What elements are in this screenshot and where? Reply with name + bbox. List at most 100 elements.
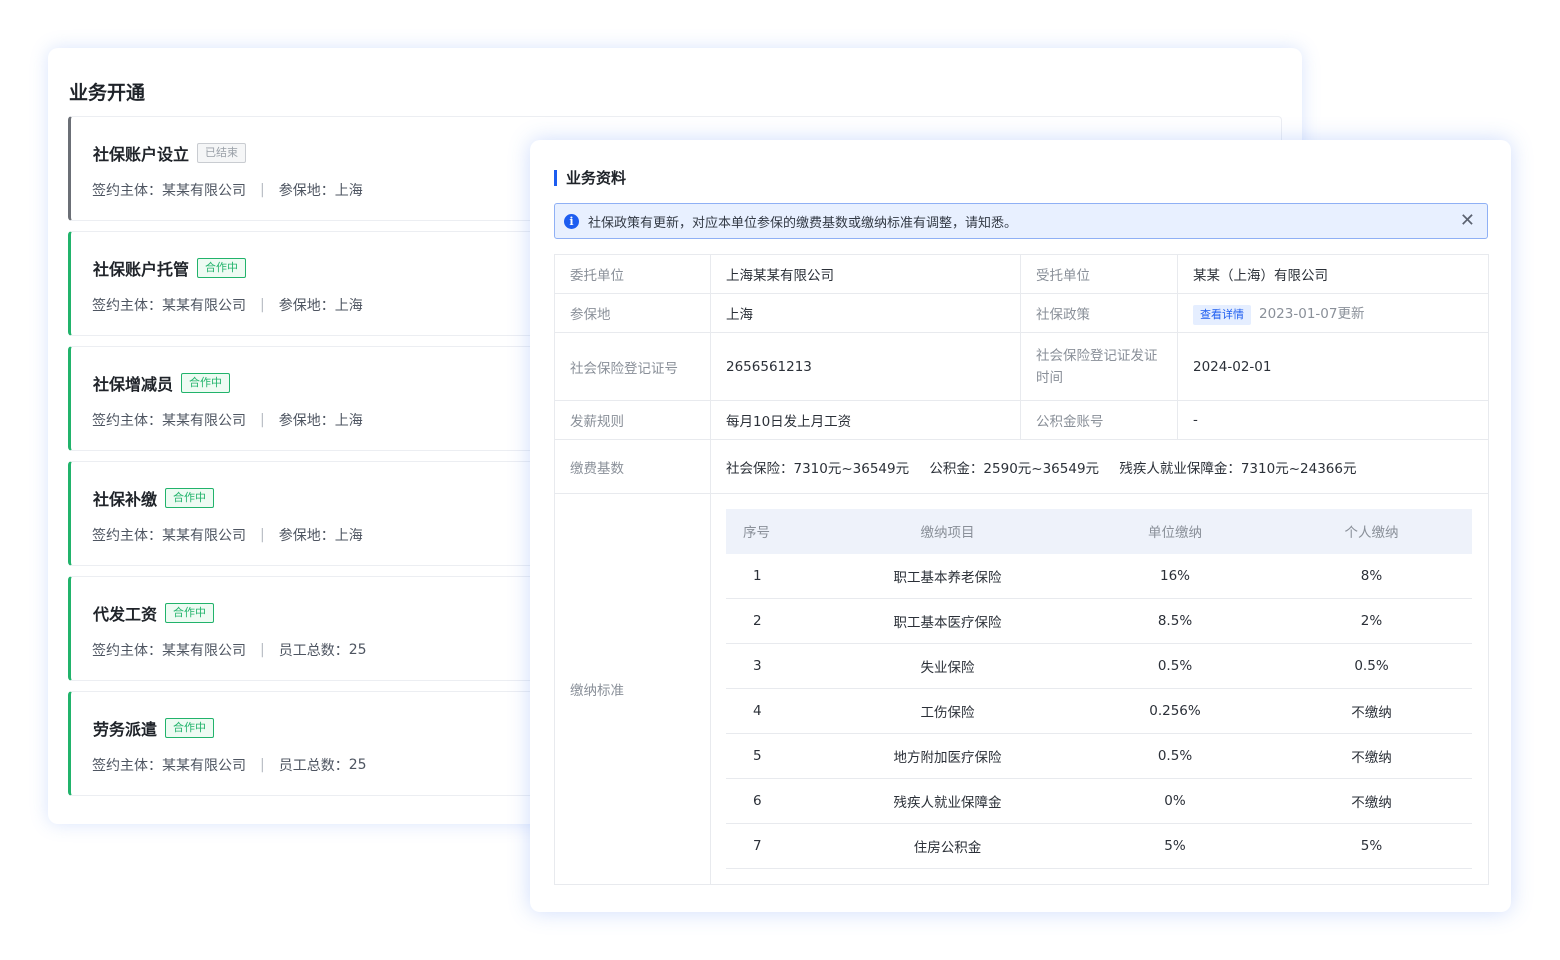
status-badge: 合作中	[165, 488, 215, 508]
cell-index: 4	[726, 688, 816, 735]
standards-header-row: 序号 缴纳项目 单位缴纳 个人缴纳	[726, 508, 1472, 554]
table-row: 5 地方附加医疗保险 0.5% 不缴纳	[726, 733, 1472, 780]
cell-company-rate: 0.256%	[1079, 688, 1271, 735]
service-header: 社保账户托管 合作中	[93, 256, 247, 280]
status-badge: 合作中	[165, 718, 215, 738]
base-label: 缴费基数	[554, 439, 711, 494]
col-header-index: 序号	[726, 508, 816, 554]
location-label: 参保地	[554, 293, 711, 333]
cell-item: 住房公积金	[816, 823, 1079, 870]
meta-value: 某某有限公司	[162, 643, 246, 659]
table-row: 1 职工基本养老保险 16% 8%	[726, 553, 1472, 600]
trustee-value: 某某（上海）有限公司	[1177, 254, 1489, 294]
service-header: 社保账户设立 已结束	[93, 141, 247, 165]
view-details-link[interactable]: 查看详情	[1193, 304, 1251, 325]
meta-divider: |	[260, 182, 265, 198]
table-row: 3 失业保险 0.5% 0.5%	[726, 643, 1472, 690]
meta-label: 签约主体	[92, 413, 148, 429]
meta-label: 参保地	[278, 413, 321, 429]
meta-label: 员工总数	[278, 758, 335, 774]
standard-value: 序号 缴纳项目 单位缴纳 个人缴纳 1 职工基本养老保险 16% 8% 2 职工基本医疗保…	[710, 493, 1489, 885]
cell-index: 5	[726, 733, 816, 780]
meta-value: 上海	[334, 413, 363, 429]
info-icon: i	[564, 213, 579, 229]
issue-date-label: 社会保险登记证发证时间	[1020, 332, 1178, 401]
meta-divider: |	[260, 642, 265, 658]
reg-no-value: 2656561213	[710, 332, 1021, 401]
service-meta: 签约主体：某某有限公司 | 参保地：上海	[92, 297, 363, 314]
fund-account-value: -	[1177, 400, 1489, 440]
title-accent-bar	[554, 169, 557, 186]
info-row: 参保地 上海 社保政策 查看详情 2023-01-07更新	[554, 293, 1489, 333]
business-info-panel: 业务资料 i 社保政策有更新，对应本单位参保的缴费基数或缴纳标准有调整，请知悉。…	[530, 140, 1511, 912]
service-header: 社保增减员 合作中	[93, 371, 231, 395]
meta-value: 上海	[334, 298, 363, 314]
base-item-fund: 公积金：2590元~36549元	[929, 460, 1100, 477]
cell-item: 职工基本医疗保险	[816, 598, 1079, 645]
service-meta: 签约主体：某某有限公司 | 参保地：上海	[92, 182, 363, 199]
policy-update-alert: i 社保政策有更新，对应本单位参保的缴费基数或缴纳标准有调整，请知悉。 ✕	[554, 203, 1488, 239]
section-title: 业务资料	[566, 169, 627, 187]
meta-value: 25	[348, 642, 367, 658]
meta-value: 上海	[334, 528, 363, 544]
meta-label: 签约主体	[92, 758, 148, 774]
service-name: 代发工资	[93, 605, 158, 624]
info-row: 委托单位 上海某某有限公司 受托单位 某某（上海）有限公司	[554, 254, 1489, 294]
table-row: 4 工伤保险 0.256% 不缴纳	[726, 688, 1472, 735]
cell-company-rate: 0%	[1079, 778, 1271, 825]
cell-item: 失业保险	[816, 643, 1079, 690]
meta-value: 某某有限公司	[162, 528, 246, 544]
entrust-label: 委托单位	[554, 254, 711, 294]
cell-personal-rate: 不缴纳	[1271, 733, 1472, 780]
service-name: 社保增减员	[93, 375, 174, 394]
payroll-value: 每月10日发上月工资	[710, 400, 1021, 440]
location-value: 上海	[710, 293, 1021, 333]
standards-table: 序号 缴纳项目 单位缴纳 个人缴纳 1 职工基本养老保险 16% 8% 2 职工基本医疗保…	[726, 508, 1472, 870]
status-badge: 合作中	[165, 603, 215, 623]
cell-personal-rate: 8%	[1271, 553, 1472, 600]
col-header-item: 缴纳项目	[816, 508, 1079, 554]
section-header: 业务资料	[554, 167, 626, 188]
cell-index: 2	[726, 598, 816, 645]
meta-value: 某某有限公司	[162, 758, 246, 774]
service-meta: 签约主体：某某有限公司 | 参保地：上海	[92, 412, 363, 429]
cell-company-rate: 0.5%	[1079, 733, 1271, 780]
meta-value: 某某有限公司	[162, 413, 246, 429]
cell-company-rate: 5%	[1079, 823, 1271, 870]
service-header: 社保补缴 合作中	[93, 486, 215, 510]
service-meta: 签约主体：某某有限公司 | 参保地：上海	[92, 527, 363, 544]
cell-index: 7	[726, 823, 816, 870]
entrust-value: 上海某某有限公司	[710, 254, 1021, 294]
cell-item: 残疾人就业保障金	[816, 778, 1079, 825]
alert-message: 社保政策有更新，对应本单位参保的缴费基数或缴纳标准有调整，请知悉。	[588, 215, 1018, 231]
close-icon[interactable]: ✕	[1460, 212, 1475, 230]
service-name: 社保账户设立	[93, 145, 190, 164]
meta-value: 某某有限公司	[162, 298, 246, 314]
service-header: 劳务派遣 合作中	[93, 716, 215, 740]
meta-label: 签约主体	[92, 528, 148, 544]
cell-personal-rate: 不缴纳	[1271, 778, 1472, 825]
cell-item: 工伤保险	[816, 688, 1079, 735]
standard-label: 缴纳标准	[554, 493, 711, 885]
meta-label: 签约主体	[92, 643, 148, 659]
panel-title: 业务开通	[69, 82, 146, 104]
status-badge: 合作中	[197, 258, 247, 278]
service-meta: 签约主体：某某有限公司 | 员工总数： 25	[92, 642, 367, 659]
meta-label: 参保地	[278, 528, 321, 544]
meta-divider: |	[260, 757, 265, 773]
info-table: 委托单位 上海某某有限公司 受托单位 某某（上海）有限公司 参保地 上海 社保政…	[554, 254, 1489, 885]
cell-personal-rate: 5%	[1271, 823, 1472, 870]
meta-value: 上海	[334, 183, 363, 199]
cell-item: 职工基本养老保险	[816, 553, 1079, 600]
trustee-label: 受托单位	[1020, 254, 1178, 294]
policy-label: 社保政策	[1020, 293, 1178, 333]
col-header-personal: 个人缴纳	[1271, 508, 1472, 554]
service-meta: 签约主体：某某有限公司 | 员工总数： 25	[92, 757, 367, 774]
service-name: 社保补缴	[93, 490, 158, 509]
payroll-label: 发薪规则	[554, 400, 711, 440]
status-badge: 已结束	[197, 143, 247, 163]
info-row: 缴纳标准 序号 缴纳项目 单位缴纳 个人缴纳 1 职工基本养老保险 16% 8%…	[554, 493, 1489, 885]
service-name: 社保账户托管	[93, 260, 190, 279]
reg-no-label: 社会保险登记证号	[554, 332, 711, 401]
table-row: 2 职工基本医疗保险 8.5% 2%	[726, 598, 1472, 645]
